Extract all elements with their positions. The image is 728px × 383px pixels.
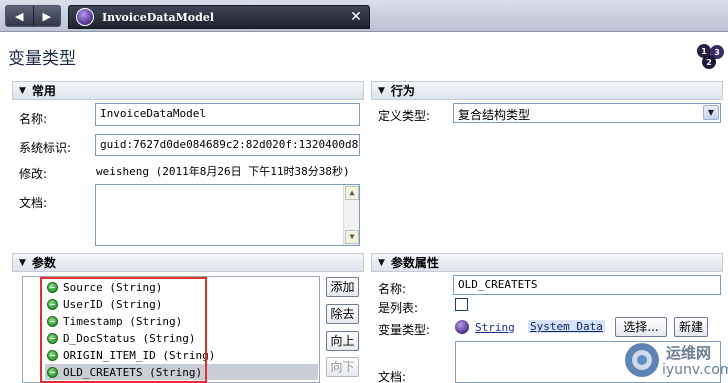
variable-type-link[interactable]: String — [475, 321, 515, 334]
param-label: ORIGIN_ITEM_ID (String) — [63, 348, 216, 362]
general-section-header[interactable]: ▼ 常用 — [12, 81, 364, 100]
svg-text:2: 2 — [706, 58, 712, 67]
params-section-title: 参数 — [31, 256, 56, 270]
general-section-title: 常用 — [31, 84, 56, 98]
param-label: OLD_CREATETS (String) — [63, 365, 203, 379]
data-type-icon — [455, 320, 469, 334]
param-name-label: 名称: — [378, 282, 407, 296]
documentation-textarea[interactable]: ▲ ▼ — [95, 184, 360, 246]
collapse-triangle-icon[interactable]: ▼ — [19, 258, 26, 268]
param-properties-section-header[interactable]: ▼ 参数属性 — [371, 253, 723, 272]
definition-type-label: 定义类型: — [378, 109, 431, 123]
parameter-icon — [47, 366, 58, 378]
param-label: D_DocStatus (String) — [63, 331, 196, 345]
list-item[interactable]: D_DocStatus (String) — [47, 330, 195, 346]
documentation-label: 文档: — [19, 196, 48, 210]
data-model-icon — [76, 8, 94, 26]
new-button[interactable]: 新建 — [674, 317, 708, 337]
system-id-field[interactable]: guid:7627d0de084689c2:82d020f:1320400d8e… — [95, 134, 360, 156]
add-button[interactable]: 添加 — [326, 277, 359, 297]
watermark-text-title: 运维网 — [666, 344, 712, 362]
param-label: Source (String) — [63, 280, 163, 294]
modified-value: weisheng (2011年8月26日 下午11时38分38秒) — [96, 165, 350, 178]
sequence-logo-icon: 1 3 2 — [697, 44, 724, 69]
param-label: UserID (String) — [63, 297, 163, 311]
param-documentation-label: 文档: — [378, 370, 407, 383]
navigation-buttons: ◀ ▶ — [5, 5, 61, 27]
tab-title: InvoiceDataModel — [102, 10, 215, 24]
svg-text:1: 1 — [701, 47, 707, 56]
editor-tab-bar: ◀ ▶ InvoiceDataModel ✕ — [0, 0, 728, 32]
collapse-triangle-icon[interactable]: ▼ — [378, 86, 385, 96]
collapse-triangle-icon[interactable]: ▼ — [378, 258, 385, 268]
editor-tab[interactable]: InvoiceDataModel ✕ — [68, 5, 370, 29]
documentation-scrollbar[interactable]: ▲ ▼ — [343, 185, 359, 245]
list-item[interactable]: Source (String) — [47, 279, 162, 295]
behavior-section-header[interactable]: ▼ 行为 — [371, 81, 723, 100]
list-item-selected[interactable]: OLD_CREATETS (String) — [45, 364, 318, 380]
is-list-checkbox[interactable] — [455, 298, 468, 311]
parameter-icon — [47, 315, 58, 327]
list-item[interactable]: ORIGIN_ITEM_ID (String) — [47, 347, 215, 363]
list-item[interactable]: Timestamp (String) — [47, 313, 182, 329]
collapse-triangle-icon[interactable]: ▼ — [19, 86, 26, 96]
scroll-up-icon[interactable]: ▲ — [345, 186, 359, 200]
close-icon[interactable]: ✕ — [347, 9, 365, 25]
parameter-icon — [47, 281, 58, 293]
back-arrow-icon[interactable]: ◀ — [6, 6, 33, 26]
is-list-label: 是列表: — [378, 301, 419, 315]
param-label: Timestamp (String) — [63, 314, 183, 328]
forward-arrow-icon[interactable]: ▶ — [32, 6, 61, 26]
page-title: 变量类型 — [8, 49, 76, 69]
behavior-section-title: 行为 — [390, 84, 415, 98]
system-id-label: 系统标识: — [19, 141, 72, 155]
select-button[interactable]: 选择... — [615, 317, 667, 337]
watermark-text-url: iyunv.com — [662, 362, 728, 378]
svg-text:3: 3 — [714, 48, 720, 57]
variable-type-scope-link[interactable]: System Data — [528, 320, 605, 333]
move-up-button[interactable]: 向上 — [326, 331, 359, 351]
definition-type-value: 复合结构类型 — [458, 108, 531, 122]
params-section-header[interactable]: ▼ 参数 — [12, 253, 364, 272]
param-name-field[interactable]: OLD_CREATETS — [453, 275, 721, 295]
definition-type-select[interactable]: 复合结构类型 ▼ — [453, 103, 721, 123]
scroll-down-icon[interactable]: ▼ — [345, 230, 359, 244]
parameter-icon — [47, 332, 58, 344]
list-item[interactable]: UserID (String) — [47, 296, 162, 312]
parameter-icon — [47, 349, 58, 361]
chevron-down-icon[interactable]: ▼ — [703, 105, 719, 120]
parameter-icon — [47, 298, 58, 310]
move-down-button[interactable]: 向下 — [326, 357, 359, 377]
name-label: 名称: — [19, 112, 48, 126]
remove-button[interactable]: 除去 — [326, 304, 359, 324]
variable-type-label: 变量类型: — [378, 323, 431, 337]
modified-label: 修改: — [19, 167, 48, 181]
name-field[interactable]: InvoiceDataModel — [95, 103, 360, 126]
param-properties-section-title: 参数属性 — [390, 256, 439, 270]
